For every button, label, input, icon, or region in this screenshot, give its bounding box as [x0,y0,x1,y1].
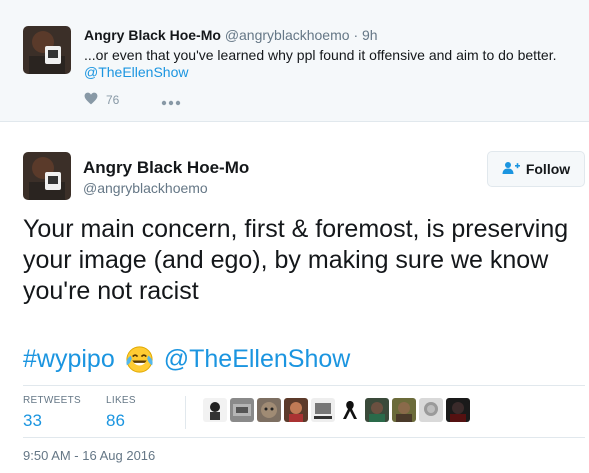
liker-avatar[interactable] [365,398,389,422]
mention-link[interactable]: @TheEllenShow [84,63,189,81]
divider [23,437,585,438]
reply-tweet[interactable]: Angry Black Hoe-Mo @angryblackhoemo · 9h… [0,0,589,122]
divider [23,385,585,386]
reply-header: Angry Black Hoe-Mo @angryblackhoemo · 9h [84,26,378,44]
liker-avatar[interactable] [338,398,362,422]
avatar[interactable] [23,26,71,74]
user-name[interactable]: Angry Black Hoe-Mo [84,27,221,43]
avatar[interactable] [23,152,71,200]
user-handle[interactable]: @angryblackhoemo [83,180,208,196]
mention-link[interactable]: @TheEllenShow [164,344,351,375]
like-action[interactable]: 76 [84,92,119,108]
separator-dot: · [353,27,359,43]
follow-label: Follow [525,161,571,177]
likes-count[interactable]: 86 [106,411,136,431]
likes-label: LIKES [106,395,136,406]
tweet-text: Your main concern, first & foremost, is … [23,215,569,305]
user-name[interactable]: Angry Black Hoe-Mo [83,158,249,178]
face-with-tears-of-joy-icon [124,344,155,375]
user-handle[interactable]: @angryblackhoemo [225,27,350,43]
follow-button[interactable]: Follow [487,151,585,187]
divider [185,396,186,429]
more-dots-icon[interactable] [161,93,181,111]
liker-avatar[interactable] [257,398,281,422]
liker-avatar[interactable] [284,398,308,422]
liker-avatar[interactable] [311,398,335,422]
reply-text: ...or even that you've learned why ppl f… [84,47,557,63]
heart-icon[interactable] [84,92,98,108]
liker-avatar[interactable] [446,398,470,422]
liker-avatar[interactable] [230,398,254,422]
tweet-tags: #wypipo @TheEllenShow [23,344,350,375]
liker-avatar[interactable] [419,398,443,422]
likes-stat[interactable]: LIKES 86 [106,395,136,431]
retweets-label: RETWEETS [23,395,81,406]
tweet-timestamp[interactable]: 9:50 AM - 16 Aug 2016 [23,448,155,464]
tweet-time[interactable]: 9h [362,27,378,43]
likers-avatars [203,398,470,422]
like-count: 76 [106,93,120,107]
liker-avatar[interactable] [203,398,227,422]
retweets-count[interactable]: 33 [23,411,81,431]
add-user-icon [502,161,520,178]
liker-avatar[interactable] [392,398,416,422]
hashtag-link[interactable]: #wypipo [23,344,115,375]
retweets-stat[interactable]: RETWEETS 33 [23,395,81,431]
